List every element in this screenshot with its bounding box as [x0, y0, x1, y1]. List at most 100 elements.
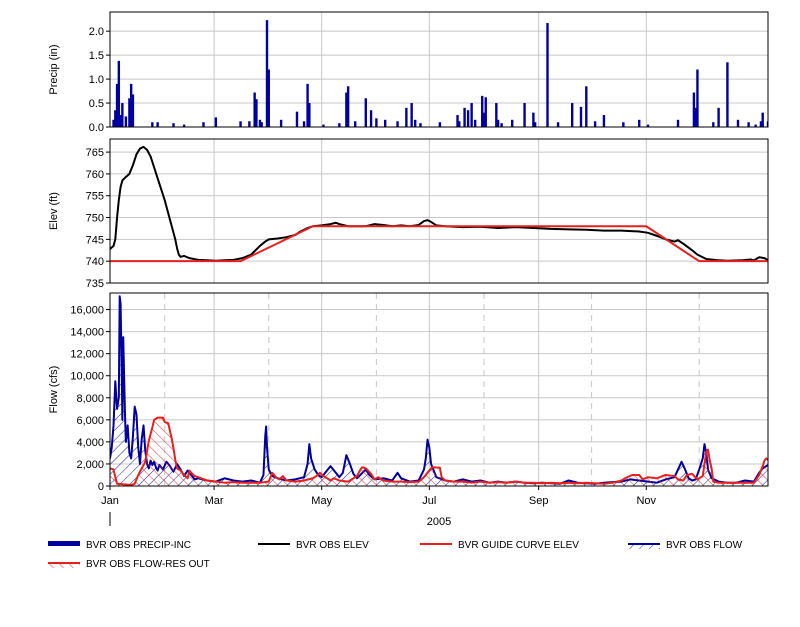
precip-bar — [473, 119, 477, 127]
y-tick-label: 12,000 — [70, 349, 104, 361]
precip-bar — [354, 121, 357, 127]
precip-panel: 0.0 0.5 1.0 1.5 2.0 Precip (in) — [48, 11, 769, 134]
legend-item: BVR OBS PRECIP-INC — [48, 540, 191, 551]
y-tick-label: 4,000 — [76, 437, 104, 449]
elev-panel: 735 740 745 750 755 760 765 Elev (ft) — [48, 138, 769, 290]
x-axis: Jan Mar May Jul Sep Nov 2005 — [101, 486, 657, 528]
precip-bar — [602, 115, 606, 127]
y-axis-label: Flow (cfs) — [48, 366, 60, 414]
x-year-label: 2005 — [427, 516, 451, 528]
y-tick-label: 760 — [86, 169, 104, 181]
precip-bar — [279, 119, 283, 127]
precip-bar — [260, 122, 263, 127]
precip-bar — [338, 123, 341, 127]
precip-bar — [470, 103, 473, 127]
y-tick-label: 1.0 — [89, 74, 104, 86]
precip-bar — [413, 119, 417, 127]
precip-bar — [121, 103, 124, 127]
y-axis-label: Precip (in) — [48, 44, 60, 94]
y-tick-label: 2,000 — [76, 459, 104, 471]
chart-figure: 0.00.51.01.52.0Precip (in) 7357407457507… — [48, 11, 769, 570]
precip-bar — [151, 122, 154, 127]
y-tick-label: 2.0 — [89, 26, 104, 38]
precip-bar — [546, 23, 549, 127]
precip-bar — [214, 117, 218, 127]
precip-bar — [172, 123, 175, 127]
precip-bar — [747, 122, 750, 127]
precip-bar — [419, 123, 422, 127]
obs-flow-line — [110, 295, 768, 485]
y-tick-label: 735 — [86, 278, 104, 290]
y-tick-label: 0.5 — [89, 98, 104, 110]
precip-bar — [295, 111, 299, 127]
precip-bar — [638, 119, 641, 127]
y-tick-label: 765 — [86, 147, 104, 159]
y-tick-label: 755 — [86, 191, 104, 203]
precip-bar — [696, 69, 699, 127]
precip-bar — [496, 119, 500, 127]
precip-bar — [717, 107, 720, 127]
precip-bar — [556, 122, 560, 127]
y-tick-label: 14,000 — [70, 327, 104, 339]
precip-bar — [466, 110, 470, 127]
x-tick-label: Jan — [101, 495, 119, 507]
precip-bar — [364, 98, 367, 127]
precip-bar — [622, 122, 625, 127]
precip-bar — [405, 107, 408, 127]
legend-item: BVR OBS FLOW — [628, 540, 743, 551]
legend-item: BVR OBS ELEV — [258, 540, 369, 551]
legend-swatch — [48, 541, 80, 546]
precip-bar — [458, 121, 461, 127]
precip-bar — [239, 121, 242, 127]
flow-panel: 0 2,000 4,000 6,000 8,000 10,000 12,000 14,000 1… — [48, 292, 769, 493]
obs-flow-area — [110, 296, 768, 486]
precip-bar — [346, 86, 350, 127]
precip-bar — [484, 97, 487, 127]
precip-bar — [302, 121, 306, 127]
precip-bar — [570, 103, 574, 127]
y-tick-label: 6,000 — [76, 415, 104, 427]
legend-label: BVR GUIDE CURVE ELEV — [458, 540, 579, 551]
precip-bar — [500, 123, 503, 127]
y-tick-label: 750 — [86, 213, 104, 225]
x-tick-label: Jul — [422, 495, 436, 507]
legend-label: BVR OBS FLOW-RES OUT — [86, 559, 210, 570]
precip-bar — [383, 119, 387, 127]
plot-area — [110, 145, 768, 263]
precip-bar — [726, 62, 729, 127]
precip-bar — [593, 121, 597, 127]
precip-bar — [255, 99, 258, 127]
precip-bar — [761, 112, 764, 127]
precip-bar — [156, 122, 159, 127]
precip-bar — [463, 107, 466, 127]
plot-area — [112, 20, 768, 127]
precip-bar — [410, 103, 413, 127]
precip-bar — [712, 122, 715, 127]
x-tick-label: May — [311, 495, 332, 507]
y-axis-label: Elev (ft) — [48, 192, 60, 230]
y-tick-label: 10,000 — [70, 371, 104, 383]
legend-label: BVR OBS ELEV — [296, 540, 369, 551]
precip-bar — [523, 103, 526, 127]
y-tick-label: 8,000 — [76, 393, 104, 405]
precip-bar — [579, 106, 583, 127]
precip-bar — [585, 86, 588, 127]
legend-label: BVR OBS PRECIP-INC — [86, 540, 191, 551]
legend-label: BVR OBS FLOW — [666, 540, 743, 551]
legend-item: BVR GUIDE CURVE ELEV — [420, 540, 579, 551]
precip-bar — [396, 121, 399, 127]
guide-curve-line — [110, 225, 768, 263]
y-tick-label: 740 — [86, 256, 104, 268]
legend: BVR OBS PRECIP-INC BVR OBS ELEV BVR GUIDE … — [48, 540, 743, 570]
precip-bar — [533, 122, 537, 127]
precip-bar — [438, 122, 442, 127]
x-tick-label: Mar — [205, 495, 224, 507]
precip-bar — [308, 103, 311, 127]
precip-bar — [267, 69, 270, 127]
y-tick-label: 0 — [98, 481, 104, 493]
x-tick-label: Sep — [529, 495, 549, 507]
panel-frame — [109, 11, 769, 128]
x-tick-label: Nov — [636, 495, 656, 507]
legend-item: BVR OBS FLOW-RES OUT — [48, 559, 210, 570]
precip-bar — [511, 119, 514, 127]
